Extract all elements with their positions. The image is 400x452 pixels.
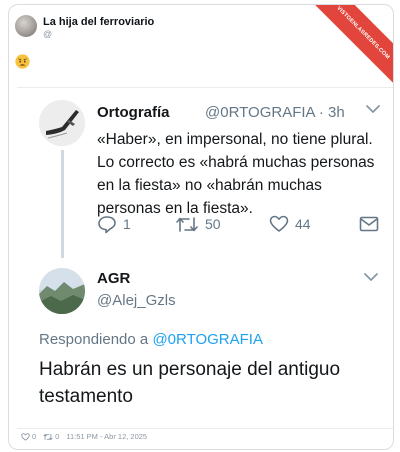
retweet-count: 50 <box>205 216 221 232</box>
heart-icon[interactable] <box>21 432 30 441</box>
author-name[interactable]: La hija del ferroviario <box>43 16 154 28</box>
tweet1-text: «Haber», en impersonal, no tiene plural.… <box>97 131 375 217</box>
agr-avatar <box>39 268 85 314</box>
chevron-down-icon[interactable] <box>365 102 381 116</box>
reply-count: 1 <box>123 216 131 232</box>
tweet2-text: Habrán es un personaje del antiguo testa… <box>39 359 341 407</box>
tweet1-author-name[interactable]: Ortografía <box>97 104 170 121</box>
tweet1-handle[interactable]: @0RTOGRAFIA · 3h <box>205 104 345 121</box>
reply-button[interactable]: 1 <box>97 214 131 234</box>
like-button[interactable]: 44 <box>269 214 311 234</box>
heart-icon <box>269 215 289 232</box>
tweet2-handle[interactable]: @Alej_Gzls <box>97 292 176 309</box>
message-button[interactable] <box>359 214 385 234</box>
footer-like-count: 0 <box>32 432 37 441</box>
author-avatar[interactable] <box>15 15 37 37</box>
thread-connector <box>61 150 64 258</box>
footer-timestamp[interactable]: 11:51 PM - Abr 12, 2025 <box>66 432 147 441</box>
ortografia-avatar <box>39 100 85 146</box>
watermark-ribbon: VISTOENLASREDES.COM <box>310 5 393 86</box>
like-count: 44 <box>295 216 311 232</box>
worried-face-emoji-icon <box>15 54 30 69</box>
tweet2-author-name[interactable]: AGR <box>97 270 130 287</box>
chevron-down-icon[interactable] <box>363 270 379 284</box>
screenshot-image: Ortografía @0RTOGRAFIA · 3h «Haber», en … <box>17 87 393 429</box>
replying-to-mention[interactable]: @0RTOGRAFIA <box>152 331 263 348</box>
envelope-icon <box>359 216 379 232</box>
post-card: La hija del ferroviario @ VISTOENLASREDE… <box>8 4 394 450</box>
retweet-button[interactable]: 50 <box>175 214 221 234</box>
replying-to: Respondiendo a @0RTOGRAFIA <box>39 331 263 348</box>
footer-repost-count: 0 <box>55 432 60 441</box>
author-handle[interactable]: @ <box>43 29 52 39</box>
reply-icon <box>98 215 116 233</box>
post-footer: 0 0 11:51 PM - Abr 12, 2025 <box>21 432 147 441</box>
retweet-icon <box>176 216 198 232</box>
repost-icon[interactable] <box>43 433 53 441</box>
replying-to-label: Respondiendo a <box>39 331 153 348</box>
